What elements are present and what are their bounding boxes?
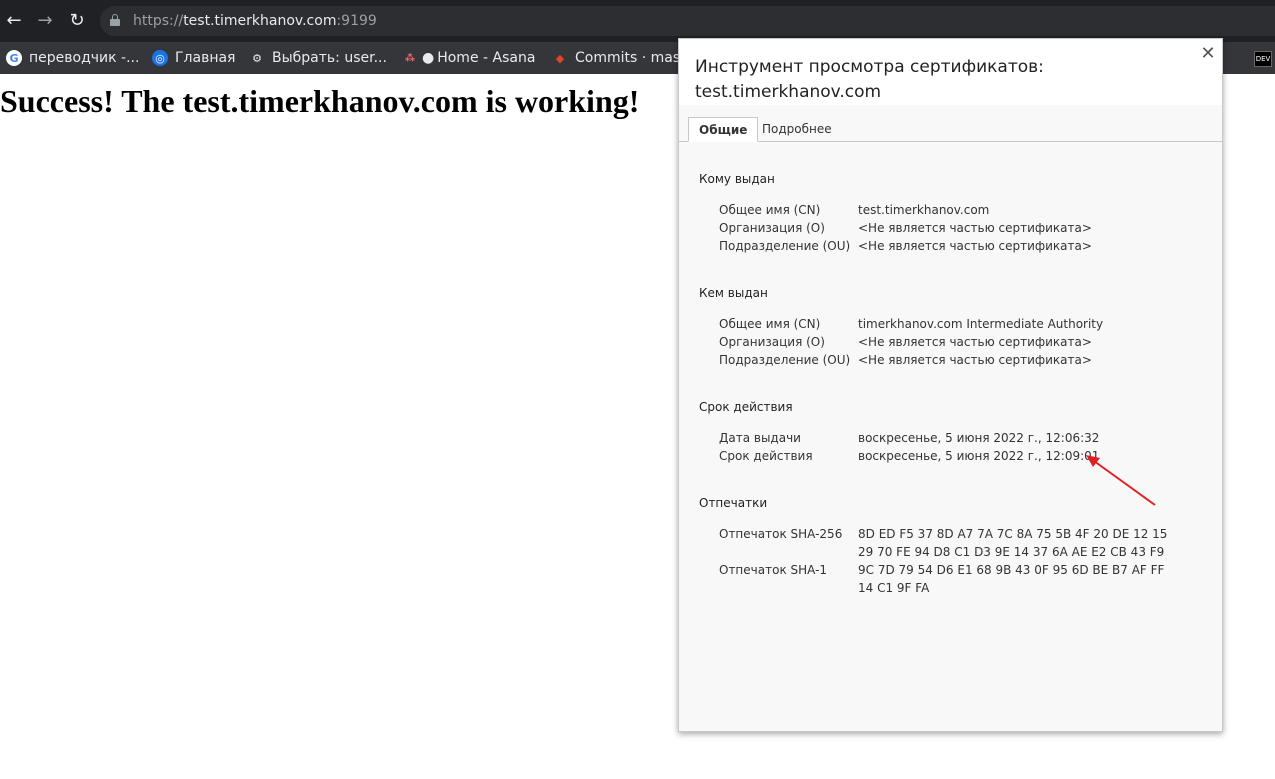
sha1-label: Отпечаток SHA-1 bbox=[719, 563, 828, 577]
forward-icon[interactable]: → bbox=[33, 9, 57, 33]
issued-to-cn-label: Общее имя (CN) bbox=[719, 203, 821, 217]
issued-by-o-value: <Не является частью сертификата> bbox=[858, 335, 1092, 349]
dev-icon[interactable]: DEV bbox=[1254, 51, 1272, 67]
issue-date-label: Дата выдачи bbox=[719, 431, 801, 445]
bookmark-label: переводчик -... bbox=[29, 50, 140, 66]
page-title: Success! The test.timerkhanov.com is wor… bbox=[0, 83, 640, 119]
gitlab-icon: ◆ bbox=[555, 51, 565, 65]
url-port: :9199 bbox=[336, 13, 377, 29]
globe-icon: ◎ bbox=[152, 50, 168, 66]
bookmark-translator[interactable]: G переводчик -... bbox=[6, 46, 139, 70]
expiry-date-value: воскресенье, 5 июня 2022 г., 12:09:01 bbox=[858, 449, 1100, 463]
issued-by-ou-value: <Не является частью сертификата> bbox=[858, 353, 1092, 367]
lock-icon[interactable] bbox=[110, 14, 120, 26]
dialog-header: Инструмент просмотра сертификатов: test.… bbox=[679, 39, 1222, 105]
tab-general[interactable]: Общие bbox=[688, 117, 759, 142]
issued-by-ou-label: Подразделение (OU) bbox=[719, 353, 851, 367]
section-fingerprints: Отпечатки bbox=[699, 496, 768, 510]
issued-to-ou-value: <Не является частью сертификата> bbox=[858, 239, 1092, 253]
section-validity: Срок действия bbox=[699, 400, 793, 414]
back-icon[interactable]: ← bbox=[2, 9, 26, 33]
certificate-viewer-dialog: Инструмент просмотра сертификатов: test.… bbox=[678, 38, 1223, 732]
section-issued-to: Кому выдан bbox=[699, 172, 775, 186]
dialog-title: Инструмент просмотра сертификатов: test.… bbox=[695, 57, 1044, 102]
network-icon: ⚙ bbox=[252, 51, 262, 65]
issued-to-o-label: Организация (O) bbox=[719, 221, 825, 235]
issued-by-o-label: Организация (O) bbox=[719, 335, 825, 349]
url-scheme: https:// bbox=[133, 13, 184, 29]
bookmark-asana[interactable]: ⁂ ● Home - Asana bbox=[402, 46, 536, 70]
address-bar[interactable]: https://test.timerkhanov.com:9199 bbox=[100, 6, 1275, 36]
bookmark-label: Главная bbox=[175, 50, 236, 66]
url-host: test.timerkhanov.com bbox=[183, 13, 337, 29]
sha1-value-line1: 9C 7D 79 54 D6 E1 68 9B 43 0F 95 6D BE B… bbox=[858, 563, 1165, 577]
bookmark-select-user[interactable]: ⚙ Выбрать: user... bbox=[249, 46, 387, 70]
close-icon[interactable]: ✕ bbox=[1199, 45, 1217, 63]
bookmark-label: Commits · mas... bbox=[575, 50, 694, 66]
issued-to-o-value: <Не является частью сертификата> bbox=[858, 221, 1092, 235]
issued-to-cn-value: test.timerkhanov.com bbox=[858, 203, 990, 217]
asana-icon: ⁂ bbox=[404, 52, 416, 64]
url-text: https://test.timerkhanov.com:9199 bbox=[133, 12, 377, 30]
sha1-value-line2: 14 C1 9F FA bbox=[858, 581, 930, 595]
sha256-label: Отпечаток SHA-256 bbox=[719, 527, 843, 541]
tab-details[interactable]: Подробнее bbox=[762, 117, 832, 141]
issued-by-cn-value: timerkhanov.com Intermediate Authority bbox=[858, 317, 1104, 331]
browser-toolbar: ← → ↻ https://test.timerkhanov.com:9199 bbox=[0, 0, 1275, 42]
issued-by-cn-label: Общее имя (CN) bbox=[719, 317, 821, 331]
sha256-value-line2: 29 70 FE 94 D8 C1 D3 9E 14 37 6A AE E2 C… bbox=[858, 545, 1165, 559]
dialog-tabs: Общие Подробнее bbox=[679, 117, 1222, 142]
expiry-date-label: Срок действия bbox=[719, 449, 813, 463]
section-issued-by: Кем выдан bbox=[699, 286, 768, 300]
bookmark-commits[interactable]: ◆ Commits · mas... bbox=[552, 46, 694, 70]
bookmark-label: Home - Asana bbox=[437, 50, 536, 66]
google-icon: G bbox=[6, 50, 22, 66]
issued-to-ou-label: Подразделение (OU) bbox=[719, 239, 851, 253]
bookmark-label: Выбрать: user... bbox=[272, 50, 387, 66]
dot-icon: ● bbox=[422, 50, 435, 66]
bookmark-main[interactable]: ◎ Главная bbox=[152, 46, 235, 70]
issue-date-value: воскресенье, 5 июня 2022 г., 12:06:32 bbox=[858, 431, 1100, 445]
reload-icon[interactable]: ↻ bbox=[65, 9, 89, 33]
sha256-value-line1: 8D ED F5 37 8D A7 7A 7C 8A 75 5B 4F 20 D… bbox=[858, 527, 1168, 541]
